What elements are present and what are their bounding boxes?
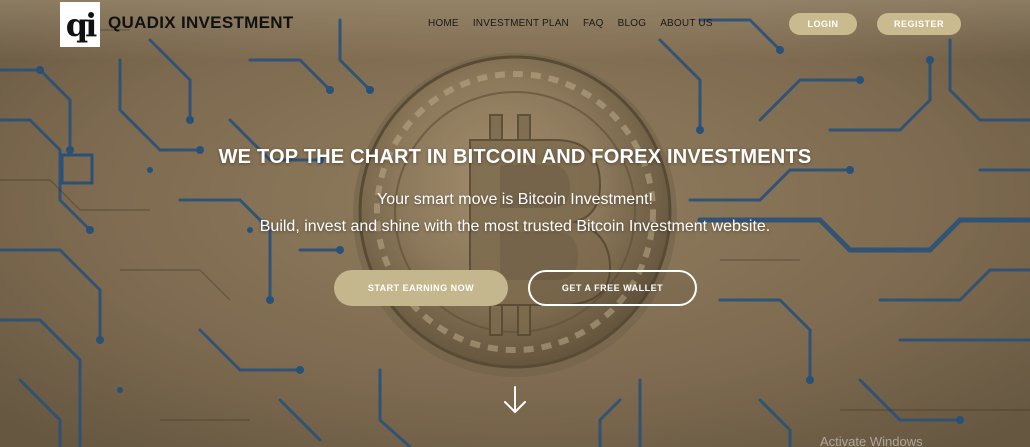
hero-headline: WE TOP THE CHART IN BITCOIN AND FOREX IN… bbox=[218, 146, 812, 168]
login-button[interactable]: LOGIN bbox=[789, 13, 857, 35]
nav-item-home[interactable]: HOME bbox=[428, 18, 459, 29]
logo[interactable]: qi bbox=[60, 2, 100, 47]
brand-name[interactable]: QUADIX INVESTMENT bbox=[108, 13, 294, 33]
logo-glyph: qi bbox=[65, 5, 97, 44]
nav-item-about-us[interactable]: ABOUT US bbox=[660, 18, 713, 29]
main-nav: HOME INVESTMENT PLAN FAQ BLOG ABOUT US bbox=[428, 18, 727, 29]
hero-subline-2: Build, invest and shine with the most tr… bbox=[259, 218, 771, 235]
free-wallet-button[interactable]: GET A FREE WALLET bbox=[528, 270, 697, 306]
start-earning-button[interactable]: START EARNING NOW bbox=[334, 270, 508, 306]
activate-windows-watermark: Activate Windows bbox=[820, 434, 923, 447]
arrow-down-icon[interactable] bbox=[494, 379, 536, 421]
hero-subline-1: Your smart move is Bitcoin Investment! bbox=[377, 191, 653, 208]
nav-item-faq[interactable]: FAQ bbox=[583, 18, 604, 29]
nav-item-blog[interactable]: BLOG bbox=[618, 18, 647, 29]
register-button[interactable]: REGISTER bbox=[877, 13, 961, 35]
nav-item-investment-plan[interactable]: INVESTMENT PLAN bbox=[473, 18, 569, 29]
